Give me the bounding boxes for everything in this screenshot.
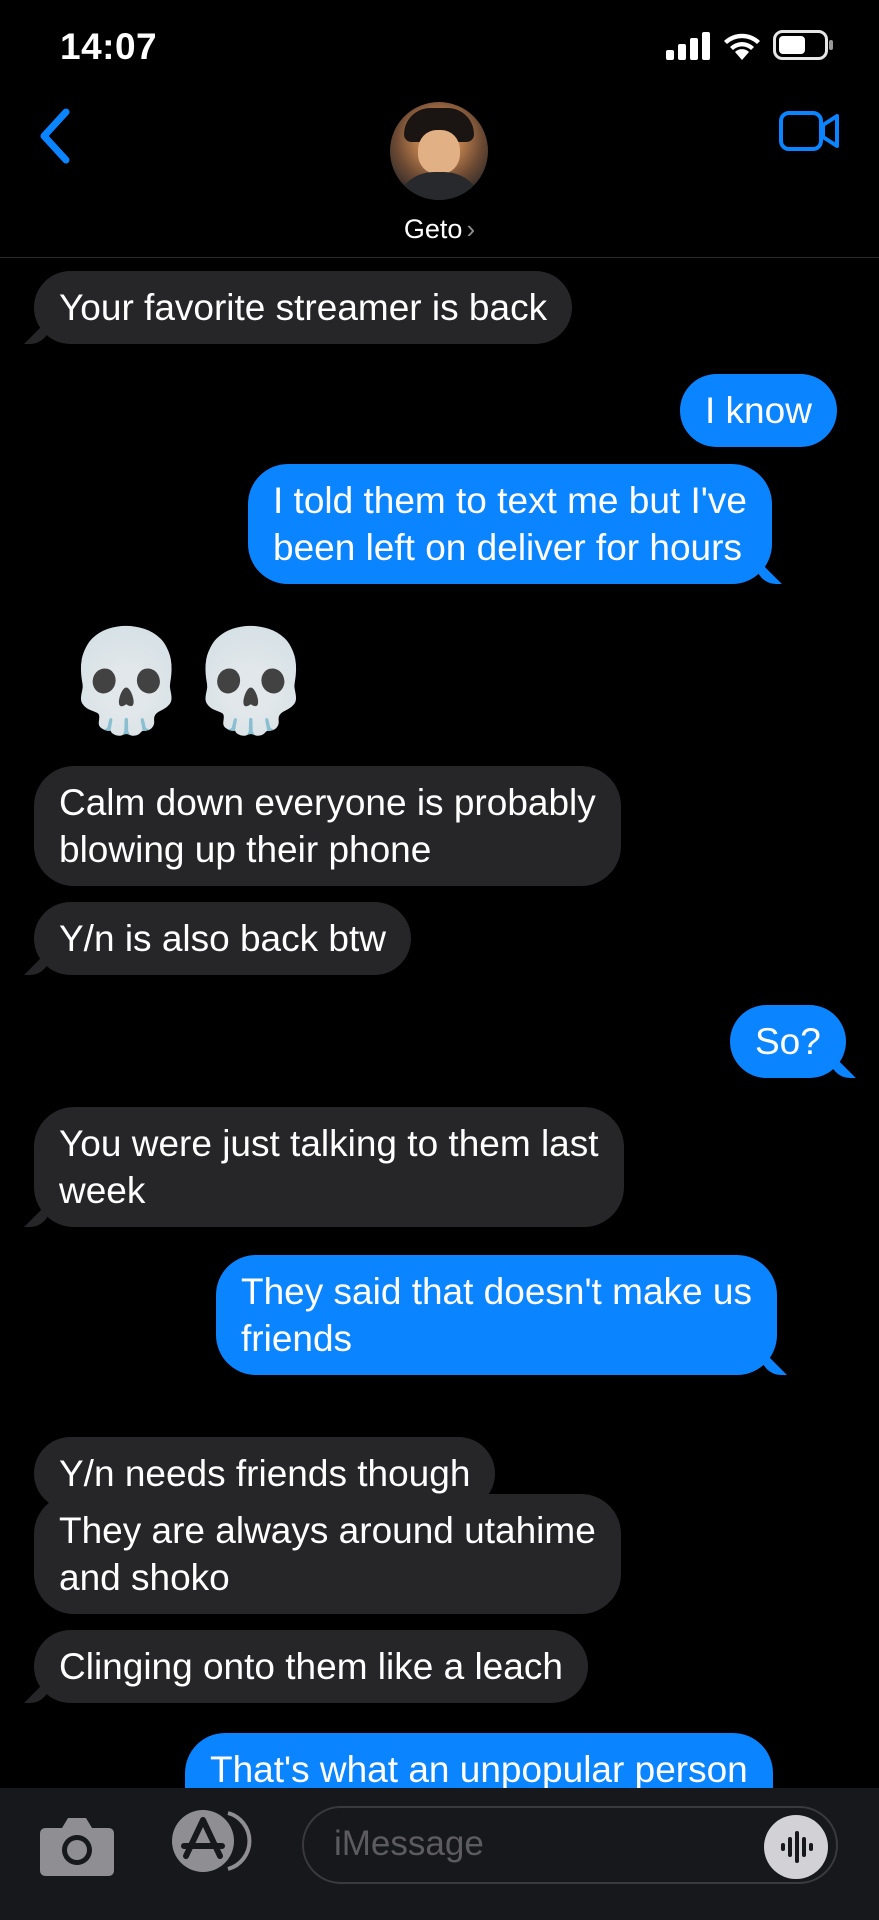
message-bubble-sent[interactable]: I told them to text me but I've been lef… — [248, 464, 772, 584]
battery-icon — [773, 30, 833, 60]
back-chevron-icon[interactable] — [36, 108, 76, 164]
message-bubble-sent[interactable]: That's what an unpopular person — [185, 1733, 773, 1788]
message-bubble-received[interactable]: They are always around utahime and shoko — [34, 1494, 621, 1614]
app-store-icon[interactable] — [166, 1808, 252, 1874]
audio-message-button[interactable] — [764, 1815, 828, 1879]
message-input-placeholder: iMessage — [334, 1824, 484, 1863]
message-bubble-received[interactable]: Clinging onto them like a leach — [34, 1630, 588, 1703]
message-bubble-received[interactable]: You were just talking to them last week — [34, 1107, 624, 1227]
status-bar: 14:07 — [0, 0, 879, 100]
cellular-signal-icon — [666, 32, 710, 60]
facetime-video-icon[interactable] — [779, 111, 841, 151]
message-bubble-sent[interactable]: I know — [680, 374, 837, 447]
waveform-icon — [781, 1831, 813, 1863]
wifi-icon — [724, 33, 760, 60]
camera-icon[interactable] — [38, 1812, 116, 1878]
message-bubble-received[interactable]: Y/n is also back btw — [34, 902, 411, 975]
message-bubble-sent[interactable]: They said that doesn't make us friends — [216, 1255, 777, 1375]
contact-name: Geto — [403, 214, 463, 244]
chevron-right-icon: › — [466, 214, 476, 244]
contact-avatar[interactable] — [390, 102, 488, 200]
message-input[interactable]: iMessage — [302, 1806, 838, 1884]
message-bubble-sent[interactable]: So? — [730, 1005, 846, 1078]
emoji-message[interactable]: 💀💀 — [64, 626, 313, 736]
message-bubble-received[interactable]: Calm down everyone is probably blowing u… — [34, 766, 621, 886]
status-time: 14:07 — [60, 26, 158, 67]
contact-name-button[interactable]: Geto › — [0, 214, 879, 245]
message-bubble-received[interactable]: Your favorite streamer is back — [34, 271, 573, 344]
